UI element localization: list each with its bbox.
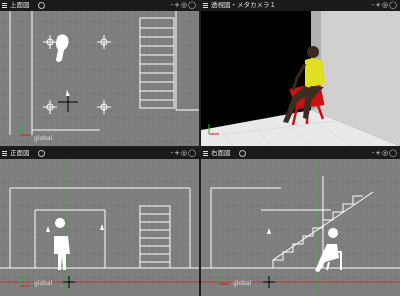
viewport-right[interactable]: global 右面図 -+◎◯: [201, 148, 400, 296]
viewport-header: 正面図 -+◎◯: [0, 148, 199, 159]
view-tools[interactable]: -+◎◯: [171, 148, 197, 159]
camera-target-icon[interactable]: [239, 150, 246, 157]
view-tools[interactable]: -+◎◯: [372, 148, 398, 159]
top-view-canvas[interactable]: [0, 0, 199, 146]
global-label: global: [34, 135, 53, 142]
viewport-perspective[interactable]: 透視図・メタカメラ１ -+◎◯: [201, 0, 400, 146]
figure-shirt: [305, 58, 325, 88]
viewport-title: 上面図: [10, 1, 30, 9]
viewport-title: 透視図・メタカメラ１: [211, 1, 276, 9]
viewport-title: 正面図: [10, 149, 30, 157]
view-tools[interactable]: -+◎◯: [171, 0, 197, 11]
viewport-header: 右面図 -+◎◯: [201, 148, 400, 159]
global-label: global: [233, 280, 252, 287]
menu-icon[interactable]: [2, 3, 7, 8]
menu-icon[interactable]: [203, 151, 208, 156]
viewport-header: 透視図・メタカメラ１ -+◎◯: [201, 0, 400, 11]
viewport-title: 右面図: [211, 149, 231, 157]
menu-icon[interactable]: [203, 3, 208, 8]
camera-target-icon[interactable]: [38, 150, 45, 157]
figure-head: [307, 46, 319, 58]
viewport-front[interactable]: global 正面図 -+◎◯: [0, 148, 199, 296]
viewport-header: 上面図 -+◎◯: [0, 0, 199, 11]
right-view-canvas[interactable]: [201, 148, 400, 296]
perspective-canvas[interactable]: [201, 0, 400, 146]
camera-target-icon[interactable]: [38, 2, 45, 9]
global-label: global: [34, 280, 53, 287]
front-view-canvas[interactable]: [0, 148, 199, 296]
view-tools[interactable]: -+◎◯: [372, 0, 398, 11]
viewport-top[interactable]: global 上面図 -+◎◯: [0, 0, 199, 146]
menu-icon[interactable]: [2, 151, 7, 156]
